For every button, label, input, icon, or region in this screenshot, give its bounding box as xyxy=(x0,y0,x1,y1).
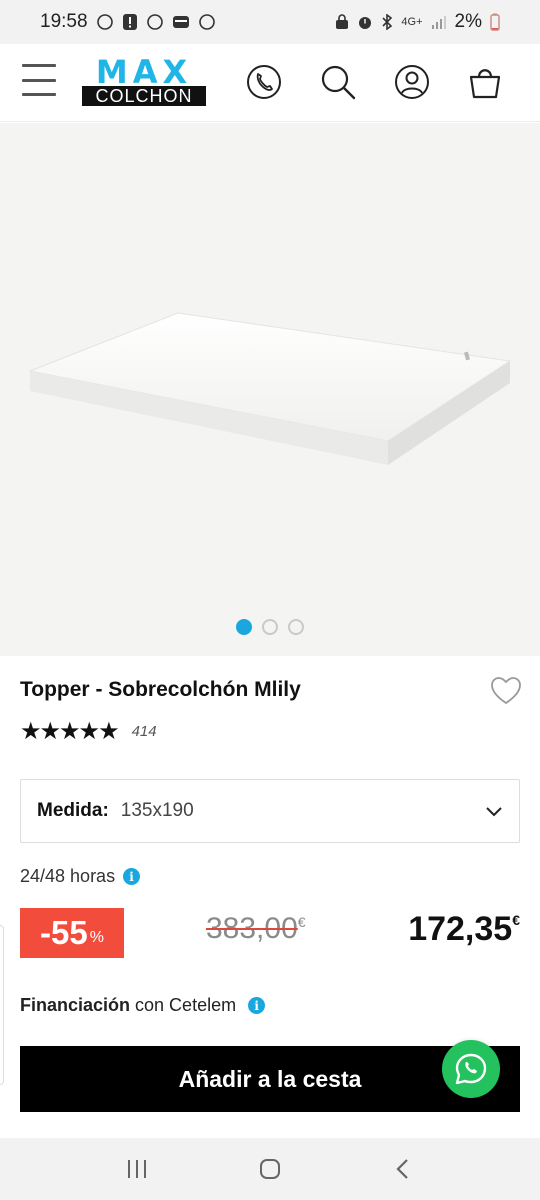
notification-icon xyxy=(146,14,163,30)
rating-count: 414 xyxy=(131,723,157,740)
search-icon[interactable] xyxy=(320,64,356,100)
delivery-text: 24/48 horas xyxy=(20,866,116,886)
network-type: 4G+ xyxy=(401,16,423,28)
status-right: 4G+ 2% xyxy=(335,11,500,33)
signal-icon xyxy=(431,16,446,29)
new-price-value: 172,35 xyxy=(408,910,513,948)
discount-unit: % xyxy=(89,929,104,946)
notification-icon xyxy=(198,14,215,30)
back-icon xyxy=(396,1159,409,1179)
recent-apps-icon xyxy=(127,1160,146,1178)
recent-apps-button[interactable] xyxy=(117,1149,157,1189)
user-icon[interactable] xyxy=(394,64,430,100)
battery-icon xyxy=(490,13,500,31)
wallet-icon xyxy=(172,16,189,28)
alarm-icon xyxy=(359,17,372,29)
product-gallery[interactable] xyxy=(0,123,540,656)
bluetooth-icon xyxy=(382,14,393,30)
rating-stars: ★★★★★ xyxy=(20,718,120,745)
carousel-dot-2[interactable] xyxy=(262,619,278,635)
product-title: Topper - Sobrecolchón Mlily xyxy=(20,678,301,701)
info-icon[interactable]: i xyxy=(123,868,141,885)
new-price: 172,35€ xyxy=(408,910,520,949)
logo-text-max: MAX xyxy=(95,53,193,91)
menu-icon[interactable] xyxy=(22,64,56,96)
old-price-value: 383,00 xyxy=(206,912,298,945)
new-price-currency: € xyxy=(512,912,520,928)
size-select[interactable]: Medida: 135x190 xyxy=(20,779,520,843)
system-nav-bar xyxy=(0,1138,540,1200)
old-price-currency: € xyxy=(297,914,306,930)
status-bar: 19:58 4G+ 2% xyxy=(0,0,540,44)
site-logo[interactable]: MAX COLCHON xyxy=(82,53,206,106)
product-rating[interactable]: ★★★★★ 414 xyxy=(20,717,157,746)
logo-text-colchon: COLCHON xyxy=(82,86,206,106)
finance-label: Financiación xyxy=(20,995,131,1015)
site-header: MAX COLCHON xyxy=(0,44,540,122)
battery-percent: 2% xyxy=(454,11,482,32)
product-image xyxy=(28,312,512,465)
home-button[interactable] xyxy=(250,1149,290,1189)
lock-icon xyxy=(336,14,349,29)
discount-value: -55 xyxy=(40,914,88,951)
carousel-dot-1[interactable] xyxy=(236,619,252,635)
notification-icon xyxy=(96,14,113,30)
cart-icon[interactable] xyxy=(467,64,503,100)
home-icon xyxy=(259,1159,280,1179)
side-tab[interactable] xyxy=(0,925,4,1085)
delivery-time: 24/48 horas i xyxy=(20,866,141,887)
whatsapp-icon xyxy=(455,1053,487,1085)
chevron-down-icon xyxy=(486,807,502,817)
carousel-dot-3[interactable] xyxy=(288,619,304,635)
finance-provider: con Cetelem xyxy=(135,995,237,1015)
status-time: 19:58 xyxy=(40,11,88,32)
back-button[interactable] xyxy=(383,1149,423,1189)
discount-badge: -55 % xyxy=(20,908,124,958)
status-left: 19:58 xyxy=(40,11,216,33)
size-label: Medida: xyxy=(37,800,109,821)
whatsapp-button[interactable] xyxy=(442,1040,500,1098)
old-price: 383,00€ xyxy=(206,912,306,946)
phone-icon[interactable] xyxy=(246,64,282,100)
financing-info: Financiación con Cetelem i xyxy=(20,995,266,1016)
size-value: 135x190 xyxy=(120,800,194,821)
alert-icon xyxy=(122,14,137,30)
carousel-dots xyxy=(0,619,540,635)
info-icon[interactable]: i xyxy=(248,997,266,1014)
heart-icon[interactable] xyxy=(490,676,522,706)
